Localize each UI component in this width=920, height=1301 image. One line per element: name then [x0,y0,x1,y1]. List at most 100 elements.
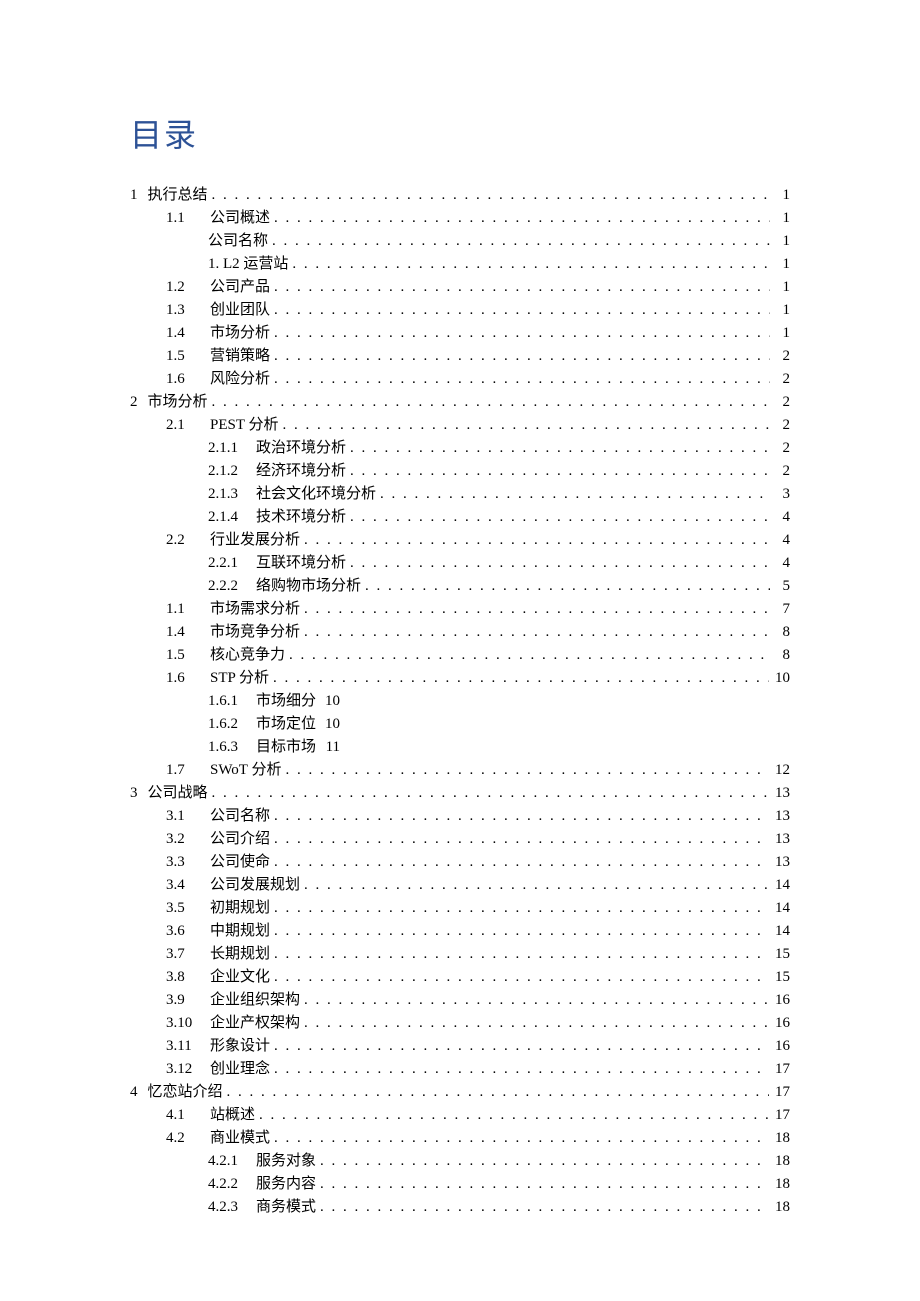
toc-entry-text: 1. L2 运营站 [208,253,292,276]
toc-entry-text: 商务模式 [256,1196,320,1219]
toc-entry-page: 1 [770,207,790,230]
toc-entry: 1.3创业团队1 [130,299,790,322]
toc-entry-number: 3.2 [166,828,210,851]
toc-leader-dots [274,345,770,368]
toc-entry-text: 创业团队 [210,299,274,322]
toc-entry-page: 15 [769,943,790,966]
toc-entry: 3公司战略13 [130,782,790,805]
toc-entry-text: 市场需求分析 [210,598,304,621]
toc-leader-dots [304,621,770,644]
toc-entry: 3.1公司名称13 [130,805,790,828]
toc-entry: 4忆恋站介绍17 [130,1081,790,1104]
toc-entry: 3.10企业产权架构16 [130,1012,790,1035]
toc-entry-number: 4.2.2 [208,1173,256,1196]
toc-entry-page: 18 [769,1127,790,1150]
toc-entry: 2.1.4技术环境分析4 [130,506,790,529]
toc-entry-text: 公司名称 [208,230,272,253]
toc-entry-text: 企业产权架构 [210,1012,304,1035]
toc-entry-number: 1.7 [166,759,210,782]
toc-leader-dots [350,460,770,483]
toc-entry: 4.2商业模式18 [130,1127,790,1150]
toc-entry-number: 1 [130,184,148,207]
toc-entry: 3.2公司介绍13 [130,828,790,851]
toc-entry-number: 3.10 [166,1012,210,1035]
toc-leader-dots [289,644,770,667]
toc-entry: 1.1市场需求分析7 [130,598,790,621]
toc-entry: 公司名称 1 [130,230,790,253]
toc-leader-dots [304,989,769,1012]
toc-entry-number: 2.1 [166,414,210,437]
toc-entry-page: 18 [769,1150,790,1173]
toc-entry: 1.4市场竞争分析8 [130,621,790,644]
toc-entry-page: 16 [769,989,790,1012]
toc-leader-dots [350,506,770,529]
toc-leader-dots [274,920,769,943]
toc-leader-dots [283,414,771,437]
toc-entry-page: 10 [320,690,340,713]
toc-entry-page: 10 [769,667,790,690]
toc-entry-number: 3.12 [166,1058,210,1081]
toc-entry-number: 3.4 [166,874,210,897]
toc-leader-dots [304,1012,769,1035]
toc-leader-dots [292,253,770,276]
toc-entry-page: 1 [770,230,790,253]
toc-entry-number: 2.2.2 [208,575,256,598]
toc-entry: 3.7长期规划15 [130,943,790,966]
toc-entry-page: 3 [770,483,790,506]
toc-entry-number: 2.1.1 [208,437,256,460]
toc-entry-text: 服务对象 [256,1150,320,1173]
toc-entry: 4.1站概述17 [130,1104,790,1127]
toc-entry-page: 15 [769,966,790,989]
toc-leader-dots [274,805,769,828]
toc-entry-text: 公司概述 [210,207,274,230]
toc-entry-page: 14 [769,874,790,897]
toc-entry: 2.2.2络购物市场分析5 [130,575,790,598]
toc-entry: 1.6风险分析2 [130,368,790,391]
toc-leader-dots [273,667,769,690]
toc-entry-number: 1.6.3 [208,736,256,759]
toc-entry-text: 公司战略 [148,782,212,805]
toc-leader-dots [259,1104,769,1127]
toc-entry: 1.6.2市场定位10 [130,713,790,736]
toc-leader-dots [380,483,770,506]
toc-entry: 3.3公司使命13 [130,851,790,874]
toc-entry-number: 1.6 [166,368,210,391]
toc-entry-page: 2 [770,368,790,391]
toc-entry-number: 2.2 [166,529,210,552]
toc-entry: 1.6.3目标市场11 [130,736,790,759]
toc-entry-text: 创业理念 [210,1058,274,1081]
toc-entry-text: 市场分析 [148,391,212,414]
toc-entry-page: 2 [770,414,790,437]
toc-title: 目录 [130,110,790,156]
toc-entry: 2市场分析2 [130,391,790,414]
toc-entry-page: 4 [770,552,790,575]
toc-entry-number: 2.1.4 [208,506,256,529]
toc-entry-text: 形象设计 [210,1035,274,1058]
toc-leader-dots [227,1081,769,1104]
toc-entry-number: 1.3 [166,299,210,322]
toc-entry-number: 3.9 [166,989,210,1012]
toc-entry-text: 初期规划 [210,897,274,920]
table-of-contents: 1执行总结11.1公司概述1公司名称11. L2 运营站11.2公司产品11.3… [130,184,790,1219]
toc-leader-dots [212,184,770,207]
toc-entry-text: 技术环境分析 [256,506,350,529]
toc-entry-text: 公司产品 [210,276,274,299]
toc-entry-text: SWoT 分析 [210,759,285,782]
toc-entry: 2.1.3社会文化环境分析3 [130,483,790,506]
toc-leader-dots [320,1150,769,1173]
toc-entry-page: 14 [769,920,790,943]
toc-entry-number: 3.6 [166,920,210,943]
toc-entry-number: 1.4 [166,621,210,644]
toc-entry-number: 4 [130,1081,148,1104]
toc-entry: 1.7SWoT 分析12 [130,759,790,782]
toc-entry-number: 2 [130,391,148,414]
toc-entry-text: 忆恋站介绍 [148,1081,227,1104]
toc-entry-text: 互联环境分析 [256,552,350,575]
toc-leader-dots [274,851,769,874]
toc-entry-number: 3.3 [166,851,210,874]
toc-entry-page: 17 [769,1058,790,1081]
toc-entry-page: 2 [770,345,790,368]
toc-entry-number: 3.5 [166,897,210,920]
toc-entry-number: 1.1 [166,598,210,621]
toc-entry: 4.2.1服务对象18 [130,1150,790,1173]
